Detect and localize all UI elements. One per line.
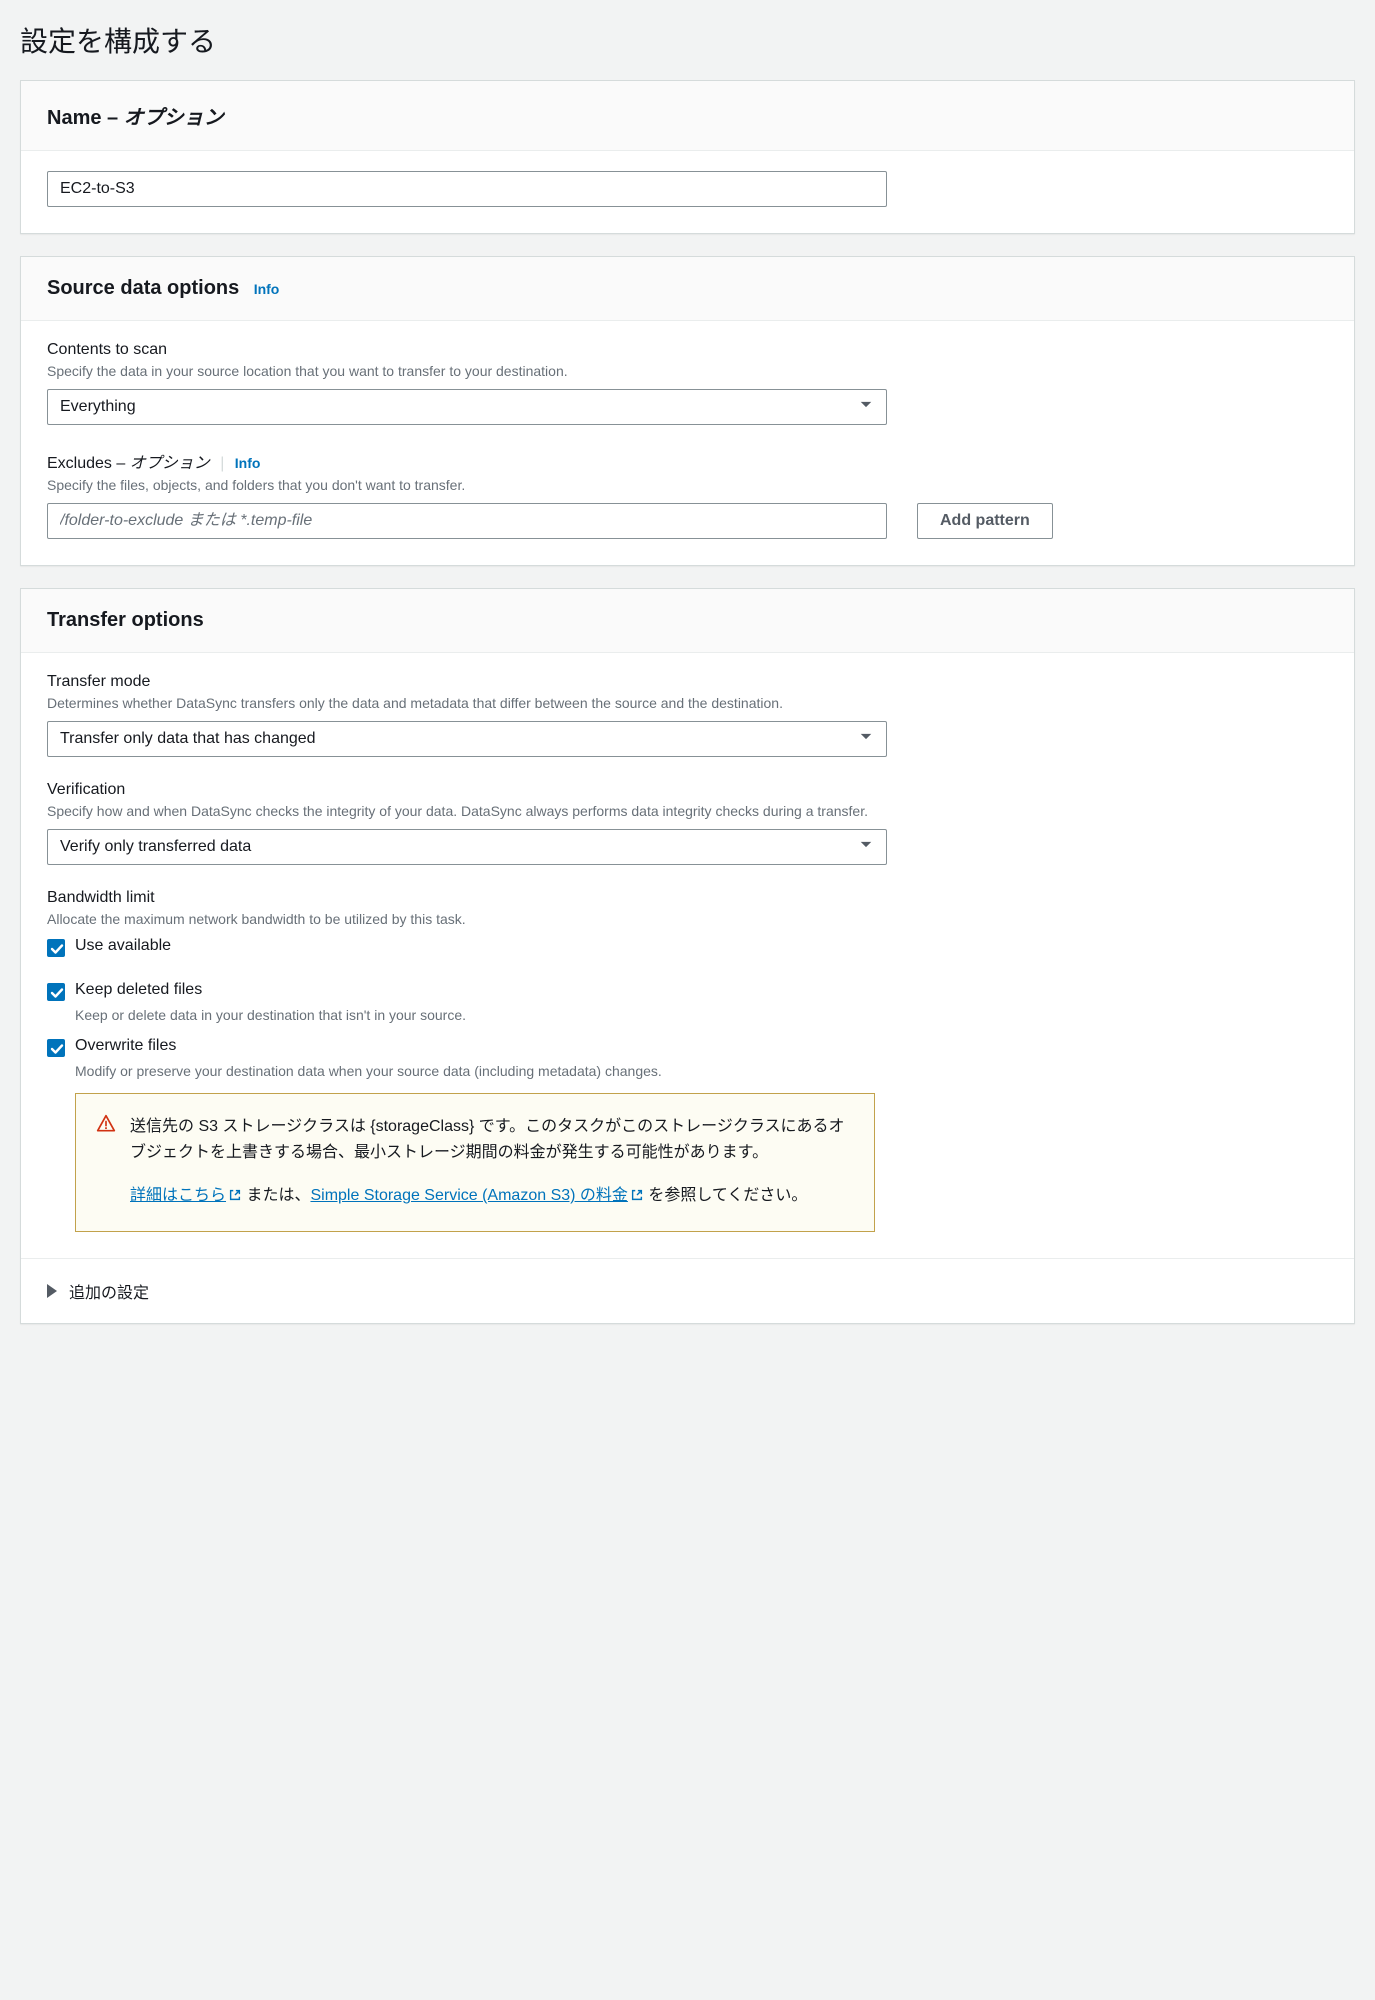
excludes-field: Excludes – オプション | Info Specify the file…	[47, 449, 1328, 539]
additional-settings-toggle[interactable]: 追加の設定	[21, 1258, 1354, 1323]
keep-deleted-checkbox[interactable]	[47, 983, 65, 1001]
excludes-label: Excludes – オプション | Info	[47, 449, 1328, 473]
overwrite-label: Overwrite files	[75, 1037, 176, 1055]
bandwidth-field: Bandwidth limit Allocate the maximum net…	[47, 889, 1328, 957]
source-panel: Source data options Info Contents to sca…	[20, 256, 1355, 566]
contents-select[interactable]: Everything	[47, 389, 887, 425]
alert-content: 送信先の S3 ストレージクラスは {storageClass} です。このタス…	[130, 1114, 854, 1211]
contents-field: Contents to scan Specify the data in you…	[47, 341, 1328, 425]
excludes-info-link[interactable]: Info	[235, 455, 261, 471]
verification-desc: Specify how and when DataSync checks the…	[47, 803, 1328, 819]
use-available-label: Use available	[75, 937, 171, 955]
add-pattern-button[interactable]: Add pattern	[917, 503, 1053, 539]
transfer-panel-body: Transfer mode Determines whether DataSyn…	[21, 653, 1354, 1258]
transfer-panel-header: Transfer options	[21, 589, 1354, 653]
transfer-mode-label: Transfer mode	[47, 673, 1328, 691]
excludes-input[interactable]	[47, 503, 887, 539]
contents-desc: Specify the data in your source location…	[47, 363, 1328, 379]
warning-icon	[96, 1114, 116, 1211]
name-panel-title: Name – オプション	[47, 107, 224, 129]
additional-settings-label: 追加の設定	[69, 1279, 149, 1303]
transfer-panel-title: Transfer options	[47, 609, 204, 631]
excludes-label-prefix: Excludes –	[47, 455, 130, 472]
s3-pricing-text: Simple Storage Service (Amazon S3) の料金	[310, 1187, 627, 1204]
transfer-mode-select[interactable]: Transfer only data that has changed	[47, 721, 887, 757]
bandwidth-label: Bandwidth limit	[47, 889, 1328, 907]
keep-deleted-label: Keep deleted files	[75, 981, 202, 999]
s3-pricing-link[interactable]: Simple Storage Service (Amazon S3) の料金	[310, 1187, 643, 1204]
source-panel-title: Source data options	[47, 277, 239, 299]
learn-more-text: 詳細はこちら	[130, 1187, 226, 1204]
storage-class-alert: 送信先の S3 ストレージクラスは {storageClass} です。このタス…	[75, 1093, 875, 1232]
verification-select[interactable]: Verify only transferred data	[47, 829, 887, 865]
transfer-panel: Transfer options Transfer mode Determine…	[20, 588, 1355, 1324]
name-panel-header: Name – オプション	[21, 81, 1354, 151]
excludes-desc: Specify the files, objects, and folders …	[47, 477, 1328, 493]
alert-body: 送信先の S3 ストレージクラスは {storageClass} です。このタス…	[130, 1114, 854, 1165]
transfer-mode-field: Transfer mode Determines whether DataSyn…	[47, 673, 1328, 757]
contents-label: Contents to scan	[47, 341, 1328, 359]
overwrite-field: Overwrite files Modify or preserve your …	[47, 1037, 1328, 1232]
alert-links-paragraph: 詳細はこちら または、Simple Storage Service (Amazo…	[130, 1183, 854, 1211]
alert-after: を参照してください。	[644, 1187, 808, 1204]
external-link-icon	[630, 1185, 644, 1211]
transfer-mode-desc: Determines whether DataSync transfers on…	[47, 695, 1328, 711]
source-panel-body: Contents to scan Specify the data in you…	[21, 321, 1354, 565]
external-link-icon	[228, 1185, 242, 1211]
name-panel: Name – オプション	[20, 80, 1355, 234]
keep-deleted-field: Keep deleted files Keep or delete data i…	[47, 981, 1328, 1023]
name-panel-body	[21, 151, 1354, 233]
verification-label: Verification	[47, 781, 1328, 799]
page-title: 設定を構成する	[20, 20, 1355, 60]
source-panel-header: Source data options Info	[21, 257, 1354, 321]
name-input[interactable]	[47, 171, 887, 207]
separator: |	[220, 455, 224, 472]
caret-right-icon	[47, 1284, 57, 1298]
keep-deleted-desc: Keep or delete data in your destination …	[75, 1007, 1328, 1023]
name-title-optional: オプション	[124, 107, 224, 129]
learn-more-link[interactable]: 詳細はこちら	[130, 1187, 242, 1204]
overwrite-desc: Modify or preserve your destination data…	[75, 1063, 1328, 1079]
verification-field: Verification Specify how and when DataSy…	[47, 781, 1328, 865]
bandwidth-desc: Allocate the maximum network bandwidth t…	[47, 911, 1328, 927]
name-title-prefix: Name –	[47, 107, 124, 129]
source-info-link[interactable]: Info	[254, 281, 280, 297]
use-available-checkbox[interactable]	[47, 939, 65, 957]
alert-between: または、	[242, 1187, 310, 1204]
excludes-label-optional: オプション	[130, 455, 210, 472]
overwrite-checkbox[interactable]	[47, 1039, 65, 1057]
